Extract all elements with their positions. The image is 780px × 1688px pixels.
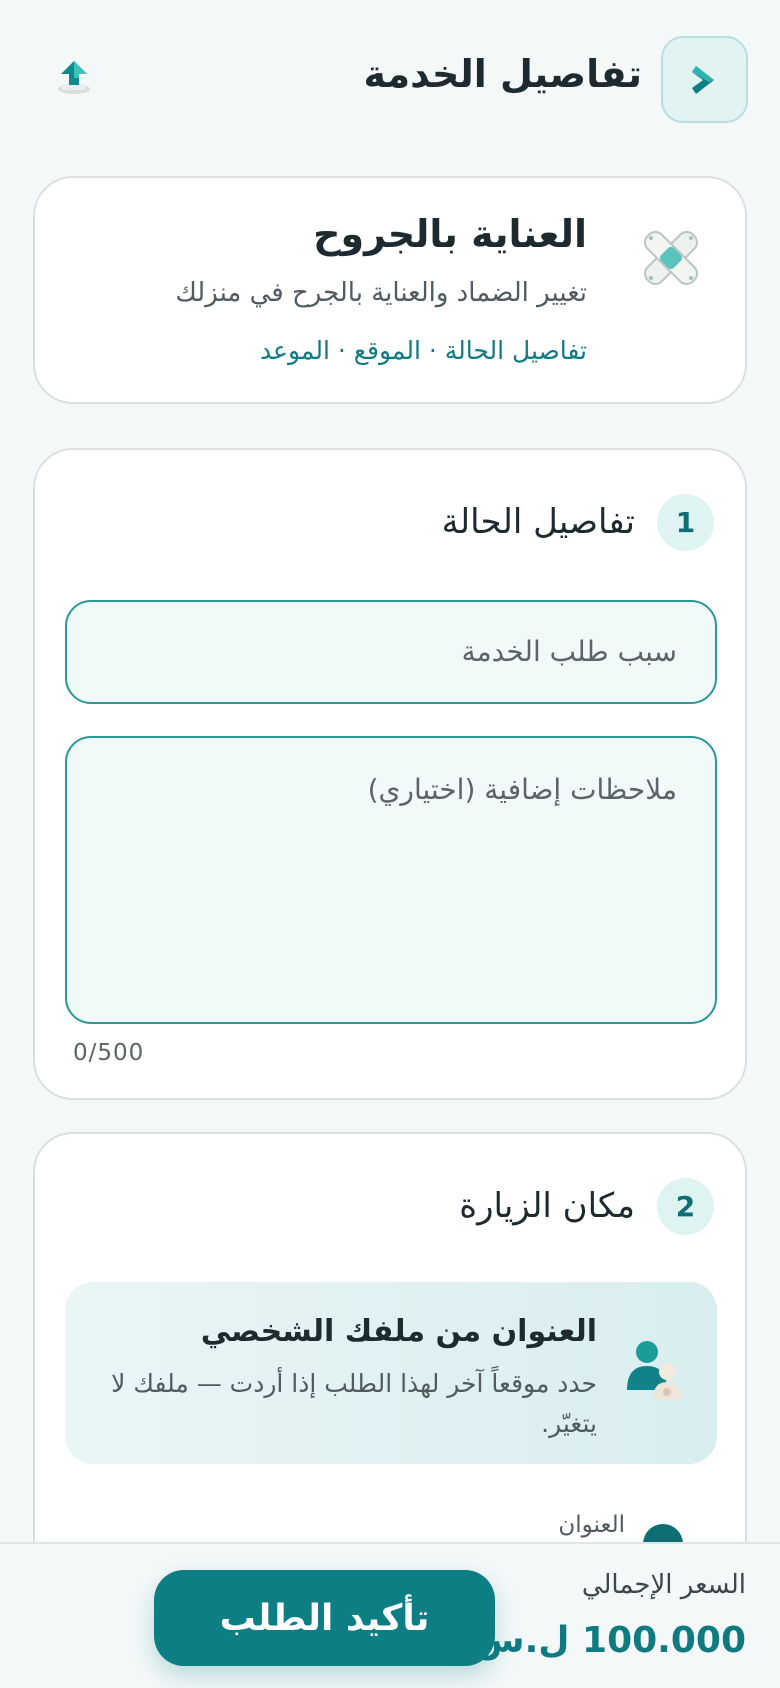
bottom-bar: السعر الإجمالي 100.000 ل.س تأكيد الطلب: [0, 1542, 780, 1688]
share-icon[interactable]: [54, 58, 94, 98]
step-title: مكان الزيارة: [459, 1186, 635, 1226]
address-label: العنوان: [558, 1512, 625, 1538]
page-title: تفاصيل الخدمة: [363, 52, 642, 96]
banner-description: حدد موقعاً آخر لهذا الطلب إذا أردت — ملف…: [111, 1369, 597, 1438]
user-family-icon: [623, 1338, 687, 1406]
service-details-page: تفاصيل الخدمة العناية بالجروح تغيير الضم…: [0, 0, 780, 1688]
banner-title: العنوان من ملفك الشخصي: [200, 1314, 597, 1349]
back-button[interactable]: [661, 36, 748, 123]
service-summary-card: العناية بالجروح تغيير الضماد والعناية با…: [33, 176, 747, 404]
chevron-right-icon: [691, 65, 714, 94]
notes-textarea[interactable]: ملاحظات إضافية (اختياري): [65, 736, 717, 1024]
service-title: العناية بالجروح: [313, 212, 587, 256]
price-value: 100.000 ل.س: [474, 1620, 746, 1661]
reason-input[interactable]: سبب طلب الخدمة: [65, 600, 717, 704]
char-counter: 0/500: [73, 1040, 145, 1066]
case-details-card: 1 تفاصيل الحالة سبب طلب الخدمة ملاحظات إ…: [33, 448, 747, 1100]
step-number-badge: 2: [657, 1178, 714, 1235]
confirm-order-button[interactable]: تأكيد الطلب: [154, 1570, 495, 1666]
service-description: تغيير الضماد والعناية بالجرح في منزلك: [175, 278, 587, 308]
profile-address-banner[interactable]: العنوان من ملفك الشخصي حدد موقعاً آخر له…: [65, 1282, 717, 1464]
price-label: السعر الإجمالي: [581, 1570, 746, 1600]
step-title: تفاصيل الحالة: [441, 502, 635, 542]
step-number-badge: 1: [657, 494, 714, 551]
header: تفاصيل الخدمة: [0, 0, 780, 160]
bandage-icon: [637, 224, 705, 292]
service-steps-summary: تفاصيل الحالة · الموقع · الموعد: [259, 336, 587, 365]
